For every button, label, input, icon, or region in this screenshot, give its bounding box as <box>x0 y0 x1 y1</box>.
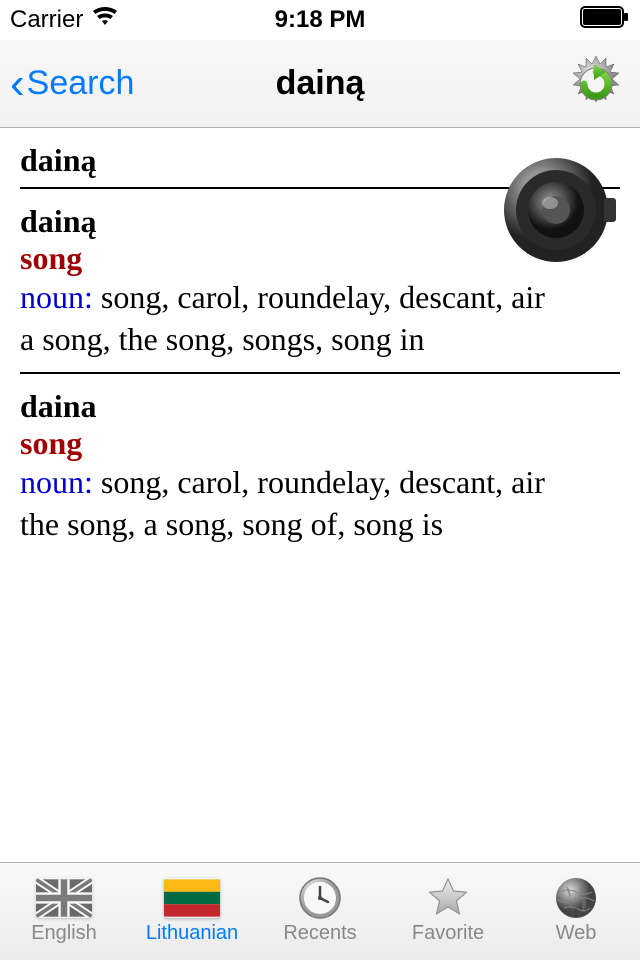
back-button[interactable]: ‹ Search <box>10 62 134 106</box>
content-area: dainą dainą song noun: song, carol, roun… <box>0 128 640 862</box>
tab-label: Web <box>556 922 597 945</box>
tab-lithuanian[interactable]: Lithuanian <box>132 878 252 945</box>
pos-label: noun: <box>20 279 93 315</box>
nav-bar: ‹ Search dainą <box>0 40 640 128</box>
entry-definition: noun: song, carol, roundelay, descant, a… <box>20 462 620 504</box>
tab-favorite[interactable]: Favorite <box>388 878 508 945</box>
tab-label: Lithuanian <box>146 922 238 945</box>
entry-definition: noun: song, carol, roundelay, descant, a… <box>20 277 620 319</box>
uk-flag-icon <box>36 878 92 918</box>
tab-label: Recents <box>283 922 356 945</box>
dictionary-entry: daina song noun: song, carol, roundelay,… <box>20 388 620 545</box>
battery-icon <box>580 6 630 35</box>
tab-recents[interactable]: Recents <box>260 878 380 945</box>
clock-icon <box>292 878 348 918</box>
entry-examples: the song, a song, song of, song is <box>20 504 620 546</box>
clock: 9:18 PM <box>275 6 366 34</box>
status-right <box>580 6 630 35</box>
status-left: Carrier <box>10 6 119 34</box>
back-label: Search <box>27 64 135 103</box>
tab-web[interactable]: Web <box>516 878 636 945</box>
tab-label: Favorite <box>412 922 484 945</box>
entry-translation: song <box>20 425 620 462</box>
chevron-left-icon: ‹ <box>10 62 25 106</box>
tab-label: English <box>31 922 97 945</box>
status-bar: Carrier 9:18 PM <box>0 0 640 40</box>
wifi-icon <box>91 6 119 34</box>
tab-english[interactable]: English <box>4 878 124 945</box>
entry-examples: a song, the song, songs, song in <box>20 319 620 361</box>
speaker-icon[interactable] <box>500 150 620 270</box>
globe-icon <box>548 878 604 918</box>
divider <box>20 372 620 374</box>
pos-label: noun: <box>20 464 93 500</box>
tab-bar: English Lithuanian Recents <box>0 862 640 960</box>
carrier-label: Carrier <box>10 6 83 34</box>
page-title: dainą <box>276 64 365 103</box>
lithuania-flag-icon <box>164 878 220 918</box>
star-icon <box>420 878 476 918</box>
gear-refresh-icon[interactable] <box>564 52 628 116</box>
entry-word: daina <box>20 388 620 425</box>
synonyms: song, carol, roundelay, descant, air <box>93 279 545 315</box>
synonyms: song, carol, roundelay, descant, air <box>93 464 545 500</box>
